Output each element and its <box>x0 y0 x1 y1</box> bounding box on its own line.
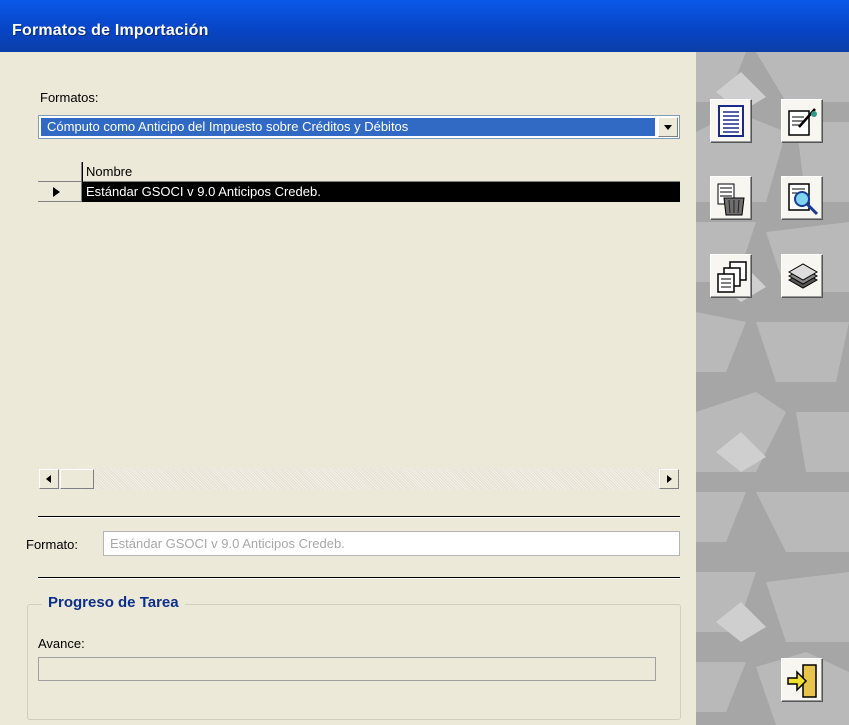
preview-button[interactable] <box>781 176 823 220</box>
title-bar: Formatos de Importación <box>0 0 849 52</box>
divider <box>38 577 680 579</box>
column-header-nombre[interactable]: Nombre <box>82 162 680 182</box>
table-cell-nombre[interactable]: Estándar GSOCI v 9.0 Anticipos Credeb. <box>82 182 680 202</box>
chevron-down-icon[interactable] <box>658 117 678 137</box>
delete-icon <box>717 183 745 216</box>
background-pattern <box>696 52 849 725</box>
copy-icon <box>717 261 747 293</box>
formatos-label: Formatos: <box>40 90 99 105</box>
progress-bar <box>38 657 656 681</box>
document-button[interactable] <box>710 99 752 143</box>
formatos-selected-value: Cómputo como Anticipo del Impuesto sobre… <box>41 118 655 136</box>
document-icon <box>718 105 744 137</box>
grid-header-indicator <box>38 162 82 182</box>
row-indicator-icon <box>38 182 82 202</box>
formatos-combobox[interactable]: Cómputo como Anticipo del Impuesto sobre… <box>38 115 680 139</box>
edit-document-icon <box>788 108 817 136</box>
divider <box>38 516 680 518</box>
formats-grid[interactable]: Nombre Estándar GSOCI v 9.0 Anticipos Cr… <box>38 162 680 496</box>
table-row[interactable]: Estándar GSOCI v 9.0 Anticipos Credeb. <box>38 182 680 202</box>
exit-button[interactable] <box>781 658 823 702</box>
formato-field[interactable]: Estándar GSOCI v 9.0 Anticipos Credeb. <box>103 531 680 556</box>
toolbar-panel <box>696 52 849 725</box>
horizontal-scrollbar[interactable] <box>38 468 680 490</box>
stack-button[interactable] <box>781 254 823 298</box>
copy-button[interactable] <box>710 254 752 298</box>
delete-button[interactable] <box>710 176 752 220</box>
avance-label: Avance: <box>38 636 85 651</box>
exit-icon <box>787 664 817 698</box>
scroll-right-icon[interactable] <box>659 469 679 489</box>
preview-icon <box>788 183 819 216</box>
edit-button[interactable] <box>781 99 823 143</box>
formato-label: Formato: <box>26 537 79 552</box>
scroll-thumb[interactable] <box>60 469 94 489</box>
stack-icon <box>787 263 819 289</box>
scroll-left-icon[interactable] <box>39 469 59 489</box>
window-title: Formatos de Importación <box>12 22 209 39</box>
progreso-title: Progreso de Tarea <box>42 594 185 611</box>
